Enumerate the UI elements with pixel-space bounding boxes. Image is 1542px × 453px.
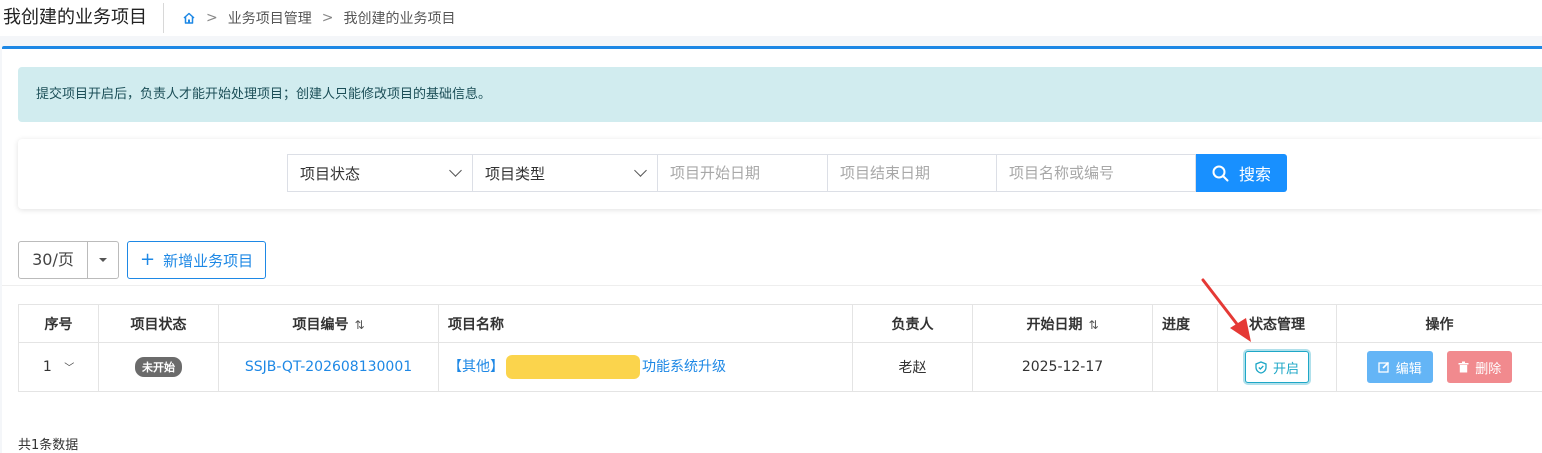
header-start-date[interactable]: 开始日期 ⇅ [972,304,1153,343]
project-name-suffix: 功能系统升级 [642,359,726,375]
type-select[interactable]: 项目类型 [472,154,658,192]
projects-table: 序号 项目状态 项目编号 ⇅ 项目名称 负责人 开始日期 ⇅ 进度 状态管理 操作 … [18,304,1542,392]
row-index-cell[interactable]: 1 ﹀ [18,342,99,392]
filter-row: 项目状态 项目类型 搜索 [287,154,1287,192]
search-button[interactable]: 搜索 [1196,154,1287,192]
header-index: 序号 [18,304,99,343]
row-code-cell: SSJB-QT-202608130001 [218,342,439,392]
header-actions: 操作 [1336,304,1542,343]
header-owner: 负责人 [852,304,973,343]
name-search-input[interactable] [1009,164,1183,182]
breadcrumb-separator-icon: > [321,10,334,26]
start-date-input[interactable] [670,164,815,182]
status-select-value: 项目状态 [300,164,361,183]
caret-down-icon [99,258,107,262]
edit-button[interactable]: 编辑 [1366,351,1433,383]
breadcrumb-item-current: 我创建的业务项目 [343,11,456,27]
name-search-field[interactable] [996,154,1196,192]
open-button-label: 开启 [1272,361,1299,377]
delete-button-label: 删除 [1475,361,1502,377]
redaction-highlight [506,355,640,379]
row-start-date-cell: 2025-12-17 [972,342,1153,392]
row-actions-cell: 编辑 删除 [1336,342,1542,392]
sort-icon[interactable]: ⇅ [1088,318,1098,332]
row-status-cell: 未开始 [98,342,219,392]
row-progress-cell [1152,342,1218,392]
status-badge: 未开始 [135,357,182,377]
shield-icon [1255,360,1267,374]
edit-button-label: 编辑 [1395,361,1422,377]
search-button-label: 搜索 [1238,165,1271,184]
home-icon[interactable] [182,11,196,25]
breadcrumb-item-project-management[interactable]: 业务项目管理 [228,8,312,28]
end-date-field[interactable] [827,154,997,192]
edit-icon [1378,361,1389,373]
status-select[interactable]: 项目状态 [287,154,473,192]
trash-icon [1458,361,1469,373]
list-toolbar: 30/页 + 新增业务项目 [18,241,267,279]
main-content: 提交项目开启后，负责人才能开始处理项目；创建人只能修改项目的基础信息。 项目状态… [2,49,1542,453]
page-title: 我创建的业务项目 [0,3,164,33]
filter-panel: 项目状态 项目类型 搜索 [18,139,1542,209]
breadcrumb: > 业务项目管理 > 我创建的业务项目 [164,8,455,28]
chevron-down-icon [449,164,462,177]
info-alert: 提交项目开启后，负责人才能开始处理项目；创建人只能修改项目的基础信息。 [18,67,1542,122]
row-state-cell: 开启 [1217,342,1337,392]
table-header-row: 序号 项目状态 项目编号 ⇅ 项目名称 负责人 开始日期 ⇅ 进度 状态管理 操作 [18,304,1542,343]
sort-icon[interactable]: ⇅ [354,318,364,332]
expand-chevron-icon[interactable]: ﹀ [64,359,74,374]
header-code[interactable]: 项目编号 ⇅ [218,304,439,343]
header-name: 项目名称 [438,304,853,343]
end-date-input[interactable] [840,164,984,182]
start-date-field[interactable] [657,154,828,192]
search-icon [1212,165,1229,181]
header-status: 项目状态 [98,304,219,343]
page-size-value: 30/页 [19,242,88,278]
add-project-label: 新增业务项目 [163,251,254,270]
row-owner-cell: 老赵 [852,342,973,392]
row-index: 1 [42,359,52,375]
top-bar: 我创建的业务项目 > 业务项目管理 > 我创建的业务项目 [0,0,1542,36]
page-size-select[interactable]: 30/页 [18,241,119,279]
project-name-link[interactable]: 【其他】 功能系统升级 [448,355,726,379]
total-count: 共1条数据 [18,438,79,453]
page-size-dropdown-toggle[interactable] [88,242,118,278]
delete-button[interactable]: 删除 [1447,351,1513,383]
project-code-link[interactable]: SSJB-QT-202608130001 [245,359,412,375]
type-select-value: 项目类型 [485,164,546,183]
table-row: 1 ﹀ 未开始 SSJB-QT-202608130001 【其他】 功能系统升级 … [18,342,1542,392]
open-project-button[interactable]: 开启 [1244,351,1309,383]
annotation-arrow-icon [1201,278,1251,342]
breadcrumb-separator-icon: > [206,10,218,26]
plus-icon: + [140,249,156,270]
add-project-button[interactable]: + 新增业务项目 [127,241,267,279]
chevron-down-icon [634,164,647,177]
header-code-label: 项目编号 [292,316,349,333]
divider [2,285,1542,286]
row-name-cell: 【其他】 功能系统升级 [438,342,853,392]
header-start-date-label: 开始日期 [1026,316,1083,333]
project-name-prefix: 【其他】 [448,359,504,375]
